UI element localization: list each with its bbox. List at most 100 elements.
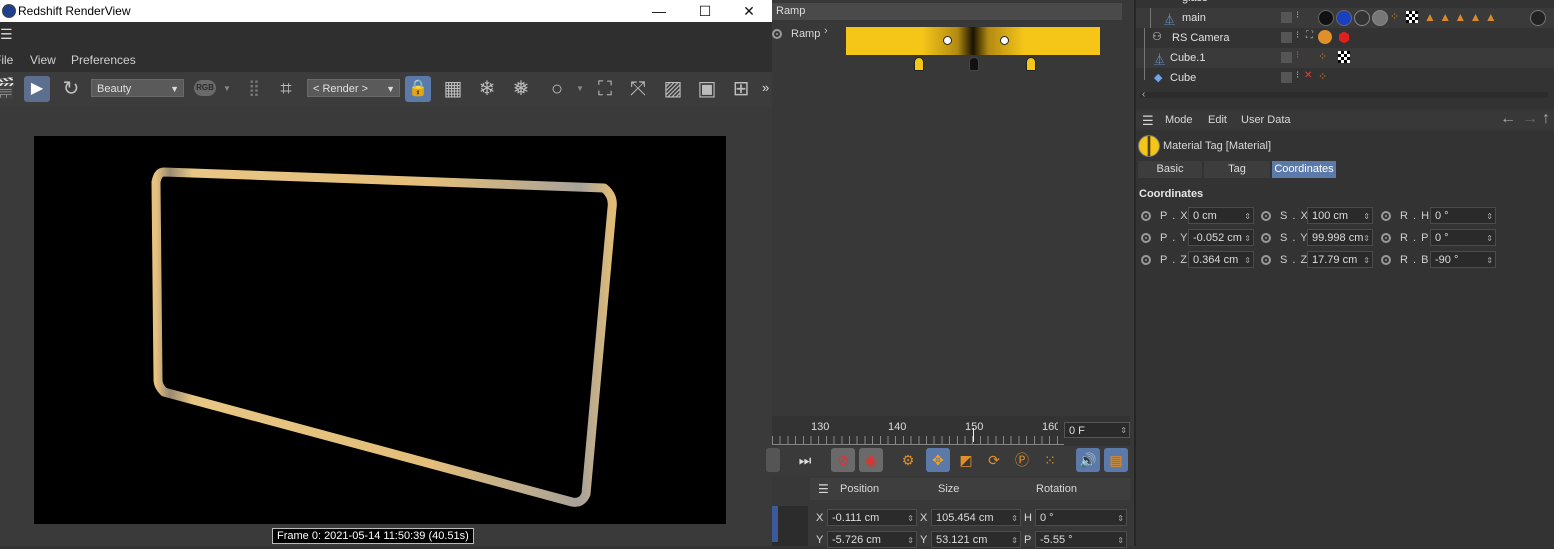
spinner-icon[interactable]: ⇕ — [1117, 532, 1124, 549]
parameter-key-icon[interactable]: Ⓟ — [1010, 448, 1034, 472]
point-level-icon[interactable]: ⁙ — [1038, 448, 1062, 472]
current-frame-field[interactable]: 0 F ⇕ — [1064, 422, 1130, 438]
scale-key-icon[interactable]: ◩ — [954, 448, 978, 472]
up-arrow-icon[interactable]: ↑ — [1542, 110, 1550, 128]
position-key-icon[interactable]: ✥ — [926, 448, 950, 472]
sound-icon[interactable]: 🔊 — [1076, 448, 1100, 472]
size-y-field[interactable]: 53.121 cm ⇕ — [931, 531, 1021, 548]
rotation-p-field[interactable]: -5.55 ° ⇕ — [1035, 531, 1127, 548]
animate-radio[interactable] — [1381, 211, 1391, 221]
grid-dots-icon[interactable]: ⣿ — [241, 76, 267, 102]
menu-user-data[interactable]: User Data — [1241, 114, 1291, 126]
menu-view[interactable]: View — [30, 53, 56, 67]
menu-edit[interactable]: Edit — [1208, 114, 1227, 126]
chevron-right-icon[interactable]: › — [824, 25, 828, 37]
horizontal-scrollbar[interactable] — [1140, 92, 1548, 98]
material-tag-icon[interactable] — [1318, 10, 1334, 26]
render-tag-icon[interactable]: ⁘ — [1390, 10, 1399, 23]
refresh-icon[interactable]: ↻ — [58, 76, 84, 102]
protection-tag-icon[interactable] — [1318, 30, 1332, 44]
animate-radio[interactable] — [1261, 233, 1271, 243]
position-y-field[interactable]: -5.726 cm ⇕ — [827, 531, 917, 548]
ramp-marker-left[interactable] — [914, 57, 924, 71]
animate-radio[interactable] — [1261, 211, 1271, 221]
rgb-button[interactable]: RGB — [194, 80, 216, 96]
render-play-button[interactable]: ▶ — [24, 76, 50, 102]
animate-radio[interactable] — [1381, 233, 1391, 243]
material-tag-icon[interactable] — [1354, 10, 1370, 26]
more-tools-button[interactable]: » — [762, 80, 769, 95]
pos-z-field[interactable]: 0.364 cm ⇕ — [1188, 251, 1254, 268]
rot-b-field[interactable]: -90 ° ⇕ — [1430, 251, 1496, 268]
fit-icon[interactable]: ⤧ — [625, 76, 651, 102]
film-icon[interactable]: ▤ — [1104, 448, 1128, 472]
spinner-icon[interactable]: ⇕ — [907, 510, 914, 527]
tab-coordinates[interactable]: Coordinates — [1272, 161, 1336, 178]
rot-h-field[interactable]: 0 ° ⇕ — [1430, 207, 1496, 224]
spinner-icon[interactable]: ⇕ — [1244, 208, 1251, 225]
object-row-cube[interactable]: ◆ Cube ⁝ ✕ ⁘ — [1136, 68, 1554, 88]
edit-flag-icon[interactable] — [1281, 12, 1292, 23]
chevron-left-icon[interactable]: ‹ — [1142, 89, 1145, 100]
visibility-dots-icon[interactable]: ⁝ — [1296, 50, 1299, 61]
record-keyframe-button[interactable]: ⊘ — [831, 448, 855, 472]
image-icon[interactable]: ▣ — [694, 76, 720, 102]
material-tag-icon[interactable] — [1372, 10, 1388, 26]
visibility-dots-icon[interactable]: ⁝ — [1296, 30, 1299, 41]
animate-radio[interactable] — [1381, 255, 1391, 265]
render-tag-icon[interactable]: ⁘ — [1318, 70, 1327, 83]
ramp-gradient-bar[interactable] — [846, 27, 1100, 55]
ramp-knot-right[interactable] — [1000, 36, 1009, 45]
target-icon[interactable]: ⛶ — [1306, 30, 1313, 41]
rotation-h-field[interactable]: 0 ° ⇕ — [1035, 509, 1127, 526]
minimize-button[interactable]: — — [636, 0, 682, 22]
render-viewport[interactable] — [34, 136, 726, 524]
ramp-animate-radio[interactable] — [772, 29, 782, 39]
hamburger-icon[interactable]: ☰ — [818, 482, 829, 496]
goto-start-button[interactable] — [766, 448, 780, 472]
pos-x-field[interactable]: 0 cm ⇕ — [1188, 207, 1254, 224]
object-row-rs-camera[interactable]: ⚇ RS Camera ⁝ ⛶ ⬢ — [1136, 28, 1554, 48]
hamburger-icon[interactable]: ☰ — [0, 26, 13, 43]
disabled-x-icon[interactable]: ✕ — [1304, 70, 1312, 81]
snowflake-icon[interactable]: ❄ — [474, 76, 500, 102]
grid-icon[interactable]: ▦ — [440, 76, 466, 102]
chevron-down-icon[interactable]: ▼ — [223, 84, 231, 93]
animate-radio[interactable] — [1141, 255, 1151, 265]
timeline-playhead[interactable] — [973, 428, 974, 442]
ramp-marker-mid[interactable] — [969, 57, 979, 71]
render-view-titlebar[interactable]: Redshift RenderView — ☐ ✕ — [0, 0, 772, 22]
autokey-button[interactable]: ◉ — [859, 448, 883, 472]
chevron-down-icon[interactable]: ▼ — [576, 84, 584, 93]
keyframe-selection-icon[interactable]: ⚙ — [896, 448, 920, 472]
size-x-field[interactable]: 105.454 cm ⇕ — [931, 509, 1021, 526]
position-x-field[interactable]: -0.111 cm ⇕ — [827, 509, 917, 526]
ramp-marker-right[interactable] — [1026, 57, 1036, 71]
tab-tag[interactable]: Tag — [1204, 161, 1270, 178]
spinner-icon[interactable]: ⇕ — [1363, 208, 1370, 225]
animate-radio[interactable] — [1261, 255, 1271, 265]
render-tag-icon[interactable]: ⁘ — [1318, 50, 1327, 63]
material-tag-icon[interactable] — [1530, 10, 1546, 26]
animate-radio[interactable] — [1141, 211, 1151, 221]
region-icon[interactable]: ▨ — [660, 76, 686, 102]
pos-y-field[interactable]: -0.052 cm ⇕ — [1188, 229, 1254, 246]
spinner-icon[interactable]: ⇕ — [1363, 252, 1370, 269]
spinner-icon[interactable]: ⇕ — [907, 532, 914, 549]
rotation-key-icon[interactable]: ⟳ — [982, 448, 1006, 472]
checker-tag-icon[interactable] — [1406, 11, 1418, 23]
visibility-dots-icon[interactable]: ⁝ — [1296, 70, 1299, 81]
scale-z-field[interactable]: 17.79 cm ⇕ — [1307, 251, 1373, 268]
spinner-icon[interactable]: ⇕ — [1120, 423, 1127, 439]
goto-end-icon[interactable]: ⏭ — [793, 448, 817, 472]
spinner-icon[interactable]: ⇕ — [1363, 230, 1370, 247]
object-row-cube-1[interactable]: ⏅ Cube.1 ⁝ ⁘ — [1136, 48, 1554, 68]
object-row-main[interactable]: ⏅ main ⁝ ⁘ ▲ ▲ ▲ ▲ ▲ — [1136, 8, 1554, 28]
aov-select[interactable]: Beauty ▼ — [91, 79, 184, 97]
edit-flag-icon[interactable] — [1281, 72, 1292, 83]
back-arrow-icon[interactable]: ← — [1500, 110, 1516, 128]
animate-radio[interactable] — [1141, 233, 1151, 243]
crop-icon[interactable]: ⌗ — [273, 76, 299, 102]
maximize-button[interactable]: ☐ — [682, 0, 728, 22]
menu-preferences[interactable]: Preferences — [71, 53, 136, 67]
